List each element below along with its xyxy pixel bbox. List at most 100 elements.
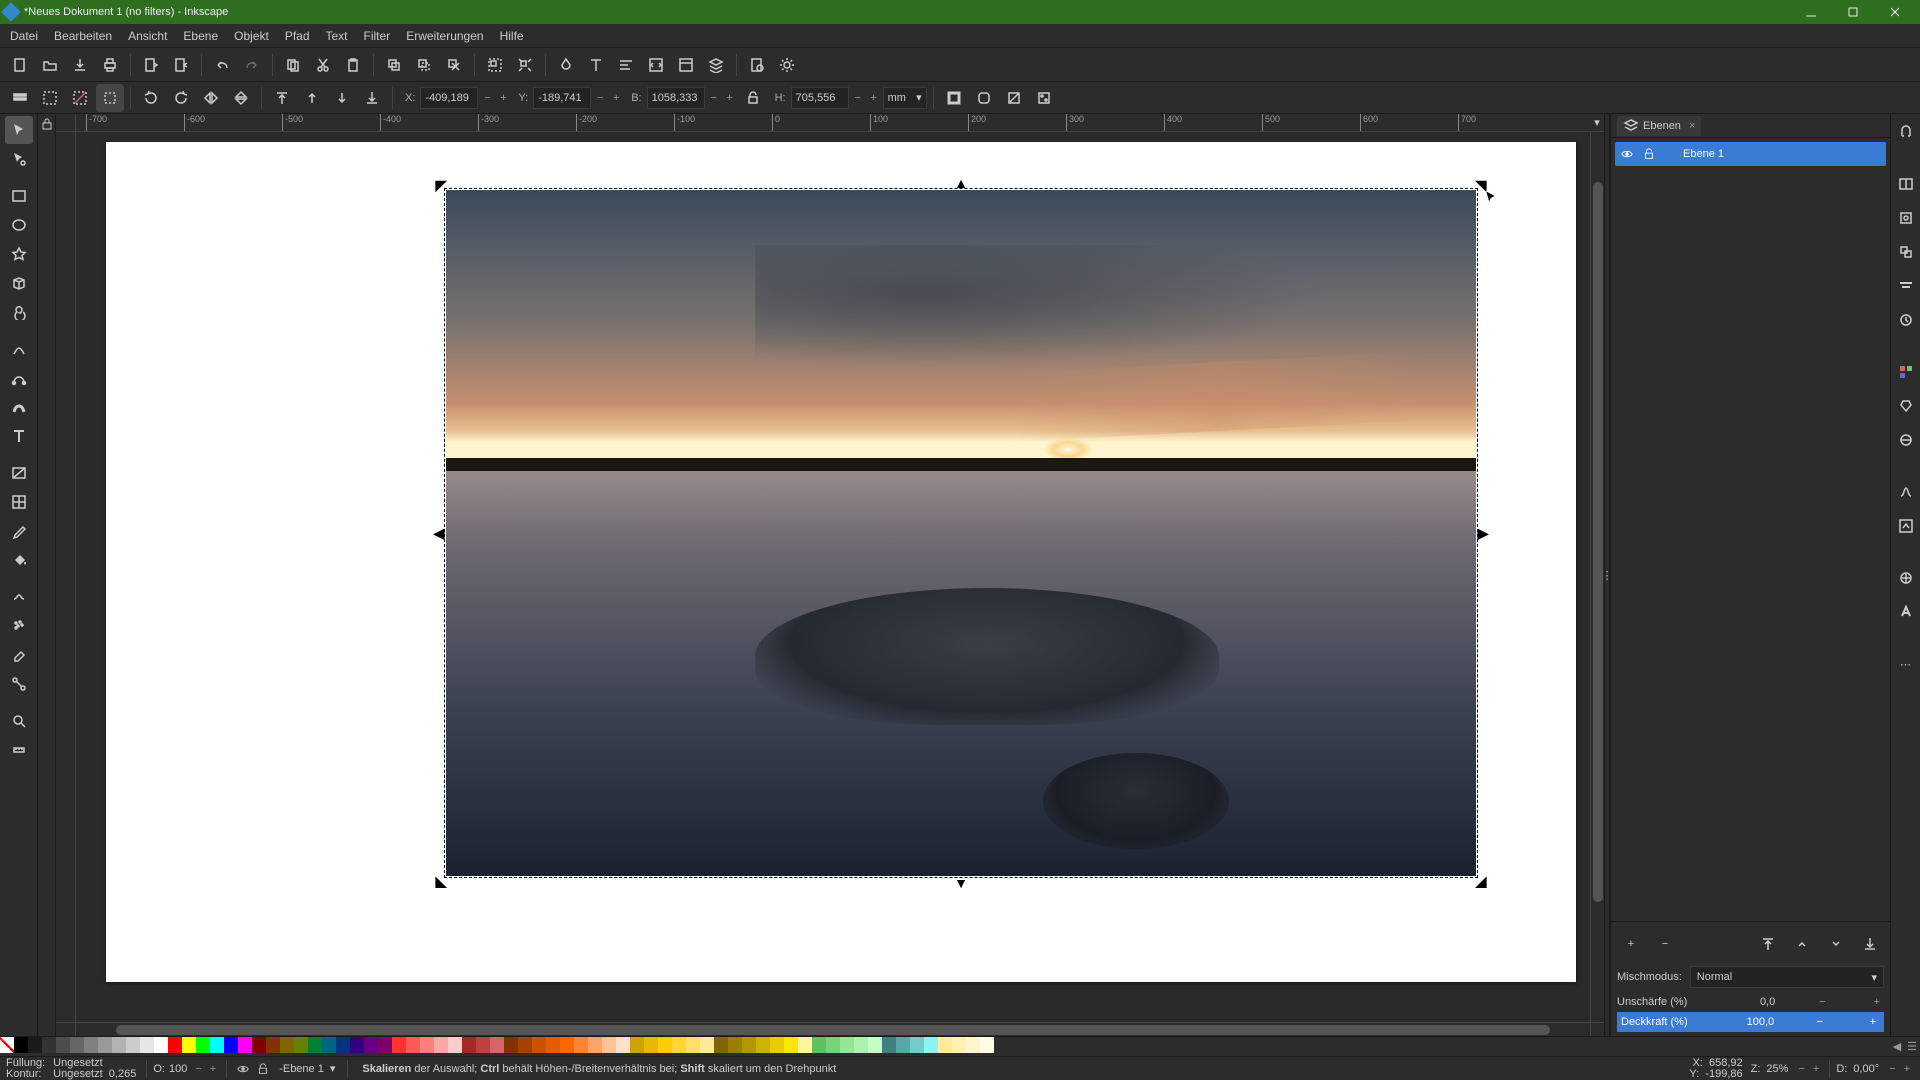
cut-button[interactable] [309, 51, 337, 79]
duplicate-button[interactable] [380, 51, 408, 79]
rectangle-tool[interactable] [5, 182, 33, 210]
open-button[interactable] [36, 51, 64, 79]
color-swatch[interactable] [392, 1037, 406, 1053]
layer-down-button[interactable] [1822, 930, 1850, 958]
scale-handle-e[interactable]: ▶ [1477, 527, 1489, 539]
affect-stroke-button[interactable] [940, 84, 968, 112]
color-swatch[interactable] [406, 1037, 420, 1053]
gradient-tool[interactable] [5, 459, 33, 487]
color-swatch[interactable] [336, 1037, 350, 1053]
menu-datei[interactable]: Datei [2, 25, 46, 47]
rotation-decrement[interactable]: − [1885, 1063, 1899, 1075]
opacity-increment[interactable]: + [1866, 1016, 1880, 1028]
ellipse-tool[interactable] [5, 211, 33, 239]
stroke-value[interactable]: Ungesetzt [53, 1068, 103, 1080]
close-button[interactable] [1874, 0, 1916, 24]
paint-bucket-tool[interactable] [5, 546, 33, 574]
document-properties-button[interactable] [743, 51, 771, 79]
color-swatch[interactable] [364, 1037, 378, 1053]
flip-vertical-button[interactable] [227, 84, 255, 112]
layer-up-button[interactable] [1788, 930, 1816, 958]
menu-erweiterungen[interactable]: Erweiterungen [398, 25, 491, 47]
layer-bottom-button[interactable] [1856, 930, 1884, 958]
layers-tab[interactable]: Ebenen × [1617, 116, 1701, 136]
palette-scroll-left[interactable]: ◀ [1890, 1037, 1904, 1056]
color-swatch[interactable] [812, 1037, 826, 1053]
y-decrement[interactable]: − [593, 87, 607, 109]
symbols-dialog-button[interactable] [1892, 392, 1920, 420]
redo-button[interactable] [238, 51, 266, 79]
align-dialog-button[interactable] [1892, 272, 1920, 300]
object-properties-button[interactable] [1892, 204, 1920, 232]
scale-handle-nw[interactable]: ◤ [435, 179, 447, 191]
font-dialog-button[interactable] [1892, 598, 1920, 626]
color-swatch[interactable] [798, 1037, 812, 1053]
color-swatch[interactable] [560, 1037, 574, 1053]
color-swatch[interactable] [630, 1037, 644, 1053]
raise-button[interactable] [298, 84, 326, 112]
color-swatch[interactable] [826, 1037, 840, 1053]
menu-bearbeiten[interactable]: Bearbeiten [46, 25, 120, 47]
lock-ratio-button[interactable] [739, 84, 767, 112]
mesh-tool[interactable] [5, 488, 33, 516]
color-swatch[interactable] [168, 1037, 182, 1053]
zoom-decrement[interactable]: − [1794, 1063, 1808, 1075]
toggle-selection-cue-button[interactable] [96, 84, 124, 112]
affect-pattern-button[interactable] [1030, 84, 1058, 112]
group-button[interactable] [481, 51, 509, 79]
path-effects-button[interactable] [1892, 478, 1920, 506]
select-all-button[interactable] [36, 84, 64, 112]
paint-servers-button[interactable] [1892, 426, 1920, 454]
rotate-ccw-button[interactable] [137, 84, 165, 112]
swatches-dialog-button[interactable] [1892, 358, 1920, 386]
vertical-ruler[interactable] [56, 132, 76, 1022]
status-opacity-decrement[interactable]: − [191, 1063, 205, 1075]
blend-mode-select[interactable]: Normal▾ [1690, 966, 1884, 988]
color-swatch[interactable] [938, 1037, 952, 1053]
h-increment[interactable]: + [867, 87, 881, 109]
selectors-button[interactable] [672, 51, 700, 79]
eraser-tool[interactable] [5, 641, 33, 669]
maximize-button[interactable] [1832, 0, 1874, 24]
lower-bottom-button[interactable] [358, 84, 386, 112]
color-swatch[interactable] [518, 1037, 532, 1053]
rotate-cw-button[interactable] [167, 84, 195, 112]
color-swatch[interactable] [602, 1037, 616, 1053]
color-swatch[interactable] [70, 1037, 84, 1053]
fill-stroke-button[interactable] [552, 51, 580, 79]
menu-ebene[interactable]: Ebene [175, 25, 226, 47]
align-button[interactable] [612, 51, 640, 79]
horizontal-ruler[interactable]: -700-600-500-400-300-200-100010020030040… [76, 114, 1590, 132]
layer-top-button[interactable] [1754, 930, 1782, 958]
color-swatch[interactable] [756, 1037, 770, 1053]
color-swatch[interactable] [784, 1037, 798, 1053]
unit-select[interactable]: mm▾ [883, 87, 927, 109]
layer-row-ebene1[interactable]: Ebene 1 [1615, 142, 1886, 166]
color-swatch[interactable] [658, 1037, 672, 1053]
color-swatch[interactable] [196, 1037, 210, 1053]
color-swatch[interactable] [126, 1037, 140, 1053]
color-swatch[interactable] [504, 1037, 518, 1053]
color-swatch[interactable] [154, 1037, 168, 1053]
color-swatch[interactable] [448, 1037, 462, 1053]
3dbox-tool[interactable] [5, 269, 33, 297]
select-all-layers-button[interactable] [6, 84, 34, 112]
undo-button[interactable] [208, 51, 236, 79]
status-opacity-value[interactable]: 100 [165, 1063, 191, 1075]
x-input[interactable] [420, 87, 478, 109]
y-increment[interactable]: + [609, 87, 623, 109]
menu-hilfe[interactable]: Hilfe [492, 25, 532, 47]
color-swatch[interactable] [574, 1037, 588, 1053]
color-swatch[interactable] [28, 1037, 42, 1053]
color-swatch[interactable] [966, 1037, 980, 1053]
layers-button[interactable] [702, 51, 730, 79]
copy-button[interactable] [279, 51, 307, 79]
color-swatch[interactable] [294, 1037, 308, 1053]
color-swatch[interactable] [644, 1037, 658, 1053]
ungroup-button[interactable] [511, 51, 539, 79]
new-document-button[interactable] [6, 51, 34, 79]
scale-handle-n[interactable]: ▲ [955, 177, 967, 189]
raise-top-button[interactable] [268, 84, 296, 112]
color-swatch[interactable] [952, 1037, 966, 1053]
color-swatch[interactable] [224, 1037, 238, 1053]
